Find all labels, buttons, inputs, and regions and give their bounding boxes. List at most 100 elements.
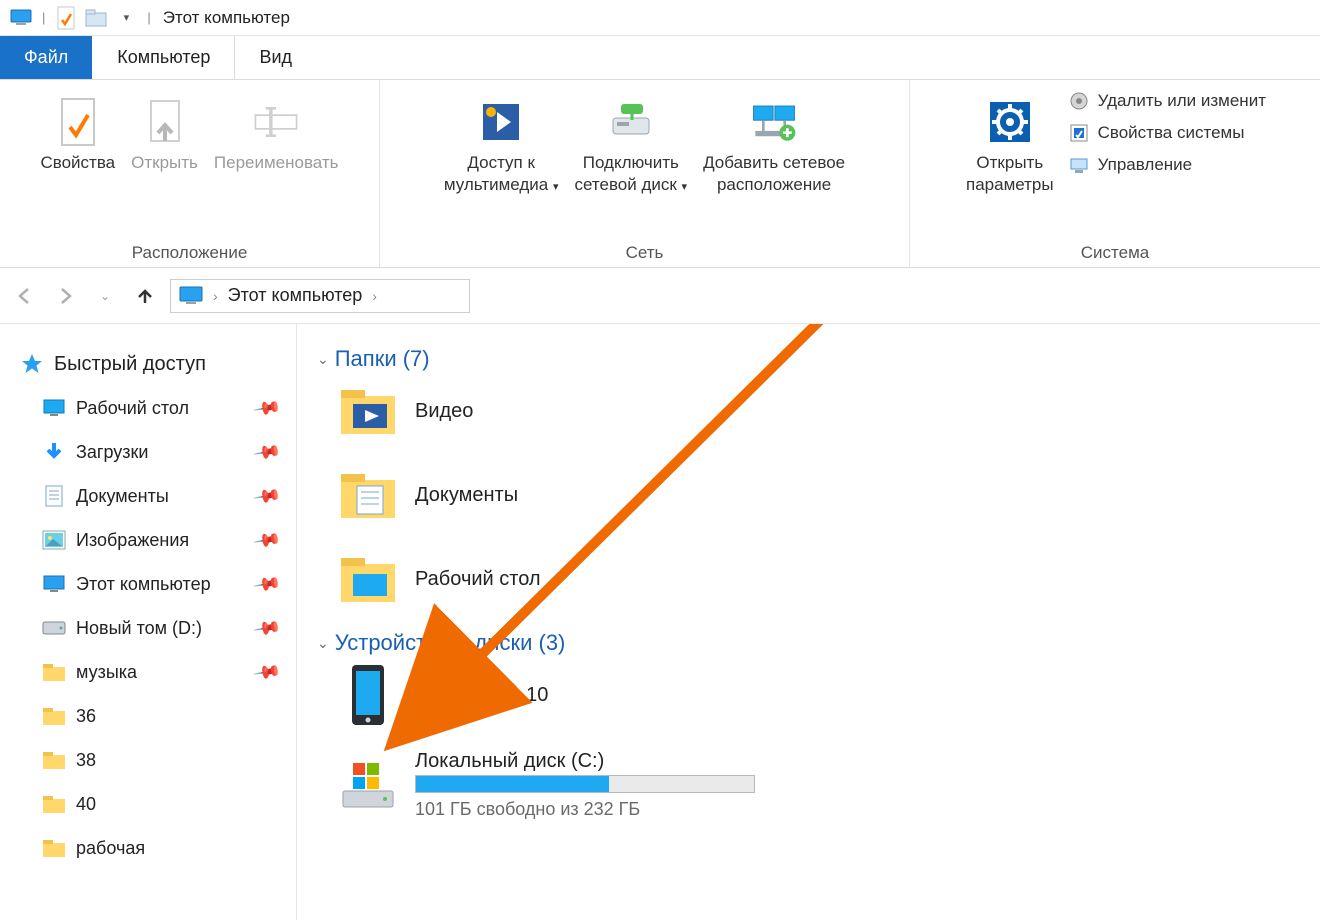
separator: | bbox=[42, 10, 45, 25]
sysprops-icon bbox=[1068, 122, 1090, 144]
nav-pane: Быстрый доступ Рабочий стол 📌 Загрузки 📌… bbox=[0, 324, 297, 920]
map-drive-button[interactable]: Подключить сетевой диск ▾ bbox=[567, 86, 696, 200]
tab-computer[interactable]: Компьютер bbox=[93, 36, 235, 79]
sidebar-item-label: рабочая bbox=[76, 838, 145, 859]
sidebar-quick-access[interactable]: Быстрый доступ bbox=[20, 342, 296, 386]
device-cdrive[interactable]: Локальный диск (C:) 101 ГБ свободно из 2… bbox=[339, 750, 819, 820]
drive-c-icon bbox=[339, 756, 397, 814]
pin-icon: 📌 bbox=[252, 393, 282, 423]
pin-icon: 📌 bbox=[252, 525, 282, 555]
sidebar-item-music[interactable]: музыка 📌 bbox=[20, 650, 296, 694]
open-settings-l1: Открыть bbox=[976, 152, 1043, 174]
ribbon-group-system: Открыть параметры Удалить или изменит Св… bbox=[910, 80, 1320, 267]
media-access-l2: мультимедиа ▾ bbox=[444, 174, 559, 196]
downloads-icon bbox=[42, 440, 66, 464]
qat-dropdown-icon[interactable]: ▾ bbox=[115, 7, 137, 29]
rename-label: Переименовать bbox=[214, 152, 339, 174]
nav-back-button[interactable] bbox=[10, 281, 40, 311]
nav-recent-button[interactable]: ⌄ bbox=[90, 281, 120, 311]
quick-access-label: Быстрый доступ bbox=[54, 353, 206, 376]
sidebar-item-working[interactable]: рабочая bbox=[20, 826, 296, 870]
manage-button[interactable]: Управление bbox=[1068, 154, 1266, 176]
separator: | bbox=[147, 10, 150, 25]
chevron-down-icon: ⌄ bbox=[317, 351, 329, 368]
folder-icon bbox=[42, 660, 66, 684]
sidebar-item-documents[interactable]: Документы 📌 bbox=[20, 474, 296, 518]
thispc-addr-icon bbox=[179, 286, 203, 306]
open-button[interactable]: Открыть bbox=[123, 86, 206, 178]
uninstall-label: Удалить или изменит bbox=[1098, 91, 1266, 111]
open-settings-button[interactable]: Открыть параметры bbox=[958, 86, 1062, 200]
address-bar[interactable]: › Этот компьютер › bbox=[170, 279, 470, 313]
sidebar-item-label: Рабочий стол bbox=[76, 398, 189, 419]
ribbon-group-network: Доступ к мультимедиа ▾ Подключить сетево… bbox=[380, 80, 910, 267]
properties-icon bbox=[54, 98, 102, 146]
breadcrumb-root[interactable]: Этот компьютер bbox=[228, 285, 363, 306]
sidebar-item-label: Изображения bbox=[76, 530, 189, 551]
tab-view[interactable]: Вид bbox=[235, 36, 316, 79]
section-folders-header[interactable]: ⌄ Папки (7) bbox=[317, 346, 1320, 372]
item-label: Redmi Note 10 bbox=[415, 684, 548, 707]
sidebar-item-36[interactable]: 36 bbox=[20, 694, 296, 738]
hdd-icon bbox=[42, 616, 66, 640]
pin-icon: 📌 bbox=[252, 613, 282, 643]
sidebar-item-38[interactable]: 38 bbox=[20, 738, 296, 782]
chevron-down-icon: ⌄ bbox=[317, 635, 329, 652]
add-netloc-l1: Добавить сетевое bbox=[703, 152, 845, 174]
sidebar-item-downloads[interactable]: Загрузки 📌 bbox=[20, 430, 296, 474]
desktop-icon bbox=[42, 396, 66, 420]
folders-header-label: Папки (7) bbox=[335, 346, 430, 372]
add-netloc-icon bbox=[750, 98, 798, 146]
add-netloc-button[interactable]: Добавить сетевое расположение bbox=[695, 86, 853, 200]
newfolder-qat-icon[interactable] bbox=[85, 7, 107, 29]
tab-file[interactable]: Файл bbox=[0, 36, 93, 79]
device-phone[interactable]: Redmi Note 10 bbox=[339, 666, 759, 724]
phone-icon bbox=[339, 666, 397, 724]
star-icon bbox=[20, 352, 44, 376]
sidebar-item-label: 36 bbox=[76, 706, 96, 727]
desktop-folder-icon bbox=[339, 550, 397, 608]
sidebar-item-desktop[interactable]: Рабочий стол 📌 bbox=[20, 386, 296, 430]
open-settings-icon bbox=[986, 98, 1034, 146]
folder-desktop[interactable]: Рабочий стол bbox=[339, 550, 759, 608]
ribbon-tabs: Файл Компьютер Вид bbox=[0, 36, 1320, 80]
thispc-icon bbox=[42, 572, 66, 596]
folder-video[interactable]: Видео bbox=[339, 382, 759, 440]
sidebar-item-label: Новый том (D:) bbox=[76, 618, 202, 639]
media-access-button[interactable]: Доступ к мультимедиа ▾ bbox=[436, 86, 567, 200]
sidebar-item-pictures[interactable]: Изображения 📌 bbox=[20, 518, 296, 562]
devices-header-label: Устройства и диски (3) bbox=[335, 630, 566, 656]
nav-up-button[interactable] bbox=[130, 281, 160, 311]
pin-icon: 📌 bbox=[252, 657, 282, 687]
media-access-l1: Доступ к bbox=[467, 152, 535, 174]
pictures-icon bbox=[42, 528, 66, 552]
folder-icon bbox=[42, 792, 66, 816]
sidebar-item-thispc[interactable]: Этот компьютер 📌 bbox=[20, 562, 296, 606]
section-devices-header[interactable]: ⌄ Устройства и диски (3) bbox=[317, 630, 1320, 656]
sidebar-item-label: Этот компьютер bbox=[76, 574, 211, 595]
uninstall-button[interactable]: Удалить или изменит bbox=[1068, 90, 1266, 112]
properties-qat-icon[interactable] bbox=[55, 7, 77, 29]
folder-icon bbox=[42, 836, 66, 860]
folder-documents[interactable]: Документы bbox=[339, 466, 759, 524]
item-label: Рабочий стол bbox=[415, 568, 541, 591]
pin-icon: 📌 bbox=[252, 437, 282, 467]
chevron-right-icon[interactable]: › bbox=[372, 288, 377, 304]
sidebar-item-label: Документы bbox=[76, 486, 169, 507]
properties-button[interactable]: Свойства bbox=[32, 86, 123, 178]
folder-icon bbox=[42, 704, 66, 728]
manage-label: Управление bbox=[1098, 155, 1193, 175]
ribbon-group-location: Свойства Открыть Переименовать Расположе… bbox=[0, 80, 380, 267]
rename-icon bbox=[252, 98, 300, 146]
sidebar-item-40[interactable]: 40 bbox=[20, 782, 296, 826]
nav-forward-button[interactable] bbox=[50, 281, 80, 311]
chevron-right-icon[interactable]: › bbox=[213, 288, 218, 304]
sidebar-item-volume-d[interactable]: Новый том (D:) 📌 bbox=[20, 606, 296, 650]
item-label: Видео bbox=[415, 400, 473, 423]
window-title: Этот компьютер bbox=[163, 8, 290, 28]
rename-button[interactable]: Переименовать bbox=[206, 86, 347, 178]
open-icon bbox=[141, 98, 189, 146]
video-folder-icon bbox=[339, 382, 397, 440]
sysprops-button[interactable]: Свойства системы bbox=[1068, 122, 1266, 144]
content-pane: ⌄ Папки (7) Видео Документы Рабочий ст bbox=[297, 324, 1320, 920]
